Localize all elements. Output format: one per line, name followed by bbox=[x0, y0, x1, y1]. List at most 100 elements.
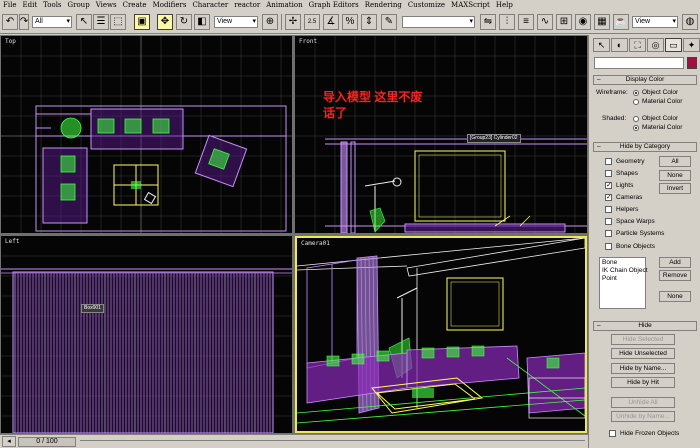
menu-rendering[interactable]: Rendering bbox=[365, 0, 402, 11]
menu-customize[interactable]: Customize bbox=[408, 0, 445, 11]
viewport-top-label[interactable]: Top bbox=[5, 38, 16, 45]
list-item[interactable]: Point bbox=[602, 275, 643, 283]
menu-maxscript[interactable]: MAXScript bbox=[451, 0, 490, 11]
unhide-all-button[interactable]: Unhide All bbox=[611, 397, 675, 408]
material-editor-icon[interactable]: ◉ bbox=[575, 14, 591, 30]
named-selection-dropdown[interactable] bbox=[402, 16, 475, 28]
rect-region-icon[interactable]: ⬚ bbox=[110, 14, 126, 30]
shapes-label: Shapes bbox=[616, 170, 639, 177]
menu-modifiers[interactable]: Modifiers bbox=[153, 0, 187, 11]
menu-animation[interactable]: Animation bbox=[266, 0, 302, 11]
curve-editor-icon[interactable]: ∿ bbox=[537, 14, 553, 30]
render-scene-icon[interactable]: ▦ bbox=[594, 14, 610, 30]
status-bar: ◂ 0 / 100 bbox=[0, 434, 588, 448]
menu-reactor[interactable]: reactor bbox=[234, 0, 260, 11]
snap-toggle-icon[interactable]: 2.5 bbox=[304, 14, 320, 30]
menu-character[interactable]: Character bbox=[192, 0, 228, 11]
utilities-tab-icon[interactable]: ✦ bbox=[683, 38, 700, 52]
menu-views[interactable]: Views bbox=[96, 0, 117, 11]
wireframe-material-color-radio[interactable] bbox=[633, 99, 639, 105]
shapes-checkbox[interactable] bbox=[605, 170, 612, 177]
selection-filter-dropdown[interactable]: All bbox=[32, 16, 72, 28]
hierarchy-tab-icon[interactable]: ⛶ bbox=[629, 38, 646, 52]
select-manipulate-icon[interactable]: ✢ bbox=[285, 14, 301, 30]
menu-help[interactable]: Help bbox=[496, 0, 513, 11]
hide-by-name-button[interactable]: Hide by Name... bbox=[611, 363, 675, 374]
cameras-label: Cameras bbox=[616, 194, 643, 201]
hide-unselected-button[interactable]: Hide Unselected bbox=[611, 348, 675, 359]
select-by-name-icon[interactable]: ☰ bbox=[93, 14, 109, 30]
viewport-camera[interactable]: Camera01 bbox=[295, 236, 587, 433]
cameras-checkbox[interactable]: ✓ bbox=[605, 194, 612, 201]
hide-by-category-rollout-header[interactable]: Hide by Category bbox=[593, 142, 697, 152]
select-object-icon[interactable]: ↖ bbox=[76, 14, 92, 30]
move-icon[interactable]: ✥ bbox=[157, 14, 173, 30]
main-toolbar: ↶ ↷ All ↖ ☰ ⬚ ▣ ✥ ↻ ◧ View ⊕ ✢ 2.5 ∡ % ⇕… bbox=[0, 11, 700, 34]
list-add-button[interactable]: Add bbox=[659, 257, 691, 268]
window-crossing-icon[interactable]: ▣ bbox=[134, 14, 150, 30]
left-view-wireframe bbox=[1, 255, 292, 433]
lights-checkbox[interactable]: ✓ bbox=[605, 182, 612, 189]
geometry-checkbox[interactable] bbox=[605, 158, 612, 165]
unhide-by-name-button[interactable]: Unhide by Name... bbox=[611, 411, 675, 422]
edit-named-selection-icon[interactable]: ✎ bbox=[381, 14, 397, 30]
menu-graph-editors[interactable]: Graph Editors bbox=[309, 0, 359, 11]
list-none-button[interactable]: None bbox=[659, 291, 691, 302]
pivot-center-icon[interactable]: ⊕ bbox=[262, 14, 278, 30]
reference-coord-dropdown[interactable]: View bbox=[214, 16, 258, 28]
menu-edit[interactable]: Edit bbox=[22, 0, 37, 11]
viewport-front[interactable]: Front 导入模型 这里不废 话了 [Group23] Cylinder02 bbox=[295, 36, 587, 233]
viewport-left[interactable]: Left Box001 bbox=[1, 236, 292, 433]
hide-frozen-checkbox[interactable] bbox=[609, 430, 616, 437]
align-icon[interactable]: ⫶ bbox=[499, 14, 515, 30]
wireframe-object-color-radio[interactable] bbox=[633, 90, 639, 96]
viewport-front-label[interactable]: Front bbox=[299, 38, 317, 45]
create-tab-icon[interactable]: ↖ bbox=[593, 38, 610, 52]
list-item[interactable]: Bone bbox=[602, 259, 643, 267]
percent-snap-icon[interactable]: % bbox=[342, 14, 358, 30]
redo-icon[interactable]: ↷ bbox=[19, 14, 29, 30]
shaded-object-color-radio[interactable] bbox=[633, 116, 639, 122]
quick-render-icon[interactable]: ☕ bbox=[613, 14, 629, 30]
category-all-button[interactable]: All bbox=[659, 156, 691, 167]
time-prev-icon[interactable]: ◂ bbox=[2, 436, 16, 447]
hide-rollout-header[interactable]: Hide bbox=[593, 321, 697, 331]
helpers-checkbox[interactable] bbox=[605, 206, 612, 213]
particle-systems-checkbox[interactable] bbox=[605, 230, 612, 237]
list-remove-button[interactable]: Remove bbox=[659, 270, 691, 281]
display-tab-icon[interactable]: ▭ bbox=[665, 38, 682, 52]
hide-by-hit-button[interactable]: Hide by Hit bbox=[611, 377, 675, 388]
time-slider[interactable]: 0 / 100 bbox=[18, 437, 76, 447]
object-color-swatch[interactable] bbox=[687, 57, 697, 69]
scale-icon[interactable]: ◧ bbox=[194, 14, 210, 30]
category-invert-button[interactable]: Invert bbox=[659, 183, 691, 194]
spinner-snap-icon[interactable]: ⇕ bbox=[361, 14, 377, 30]
list-item[interactable]: IK Chain Object bbox=[602, 267, 648, 275]
mirror-icon[interactable]: ⇋ bbox=[480, 14, 496, 30]
menu-group[interactable]: Group bbox=[68, 0, 90, 11]
bone-objects-checkbox[interactable] bbox=[605, 243, 612, 250]
menu-tools[interactable]: Tools bbox=[43, 0, 61, 11]
schematic-view-icon[interactable]: ⊞ bbox=[556, 14, 572, 30]
hide-selected-button[interactable]: Hide Selected bbox=[611, 334, 675, 345]
modify-tab-icon[interactable]: ◐ bbox=[611, 38, 628, 52]
object-name-field[interactable] bbox=[594, 57, 684, 69]
undo-icon[interactable]: ↶ bbox=[2, 14, 18, 30]
viewport-top[interactable]: Top bbox=[1, 36, 292, 233]
timeline-track[interactable] bbox=[80, 440, 585, 444]
render-view-dropdown[interactable]: View bbox=[632, 16, 678, 28]
angle-snap-icon[interactable]: ∡ bbox=[323, 14, 339, 30]
viewport-camera-label[interactable]: Camera01 bbox=[301, 240, 330, 247]
space-warps-checkbox[interactable] bbox=[605, 218, 612, 225]
viewport-left-label[interactable]: Left bbox=[5, 238, 19, 245]
category-none-button[interactable]: None bbox=[659, 170, 691, 181]
category-list[interactable]: Bone IK Chain Object Point bbox=[599, 257, 648, 309]
menu-create[interactable]: Create bbox=[123, 0, 147, 11]
rotate-icon[interactable]: ↻ bbox=[176, 14, 192, 30]
display-color-rollout-header[interactable]: Display Color bbox=[593, 75, 697, 85]
render-last-icon[interactable]: ◍ bbox=[682, 14, 698, 30]
shaded-material-color-radio[interactable] bbox=[633, 125, 639, 131]
motion-tab-icon[interactable]: ◎ bbox=[647, 38, 664, 52]
layer-manager-icon[interactable]: ≡ bbox=[518, 14, 534, 30]
menu-file[interactable]: File bbox=[3, 0, 16, 11]
